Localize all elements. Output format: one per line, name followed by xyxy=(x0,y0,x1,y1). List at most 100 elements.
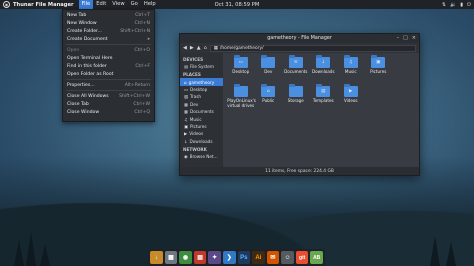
folder-icon: ▦ xyxy=(213,45,218,51)
file-item-pictures[interactable]: ▣ Pictures xyxy=(365,55,393,84)
chrome-icon[interactable]: ◉ xyxy=(179,251,192,264)
menu-item-new-tab[interactable]: New Tab Ctrl+T xyxy=(63,11,154,19)
file-menu-dropdown: New Tab Ctrl+T New Window Ctrl+N Create Fo… xyxy=(62,9,155,122)
file-item-templates[interactable]: ▤ Templates xyxy=(310,84,338,113)
menu-item-shortcut: Alt+Return xyxy=(124,82,150,88)
file-item-documents[interactable]: ≡ Documents xyxy=(282,55,310,84)
ab-icon[interactable]: AB xyxy=(310,251,323,264)
git-icon[interactable]: git xyxy=(295,251,309,264)
sidebar-item-file-system[interactable]: ▤ File System xyxy=(180,63,223,70)
tree-shape xyxy=(26,232,36,266)
power-icon[interactable]: ⏻ xyxy=(467,2,471,8)
location-bar[interactable]: ▦ /home/gametheory/ xyxy=(209,44,416,52)
photoshop-icon[interactable]: Ps xyxy=(237,251,251,264)
menu-item-find-in-folder[interactable]: Find in this folder Ctrl+F xyxy=(63,62,154,70)
music-icon: ♫ xyxy=(348,60,353,65)
menu-edit[interactable]: Edit xyxy=(93,0,109,9)
file-item-storage[interactable]: Storage xyxy=(282,84,310,113)
folder-icon: ⌂ xyxy=(261,84,276,97)
minimize-icon[interactable]: – xyxy=(397,35,400,41)
sidebar-item-gametheory[interactable]: ⌂ gametheory xyxy=(180,78,223,86)
menu-item-label: Close All Windows xyxy=(67,93,109,99)
menu-item-close-all-windows[interactable]: Close All Windows Shift+Ctrl+W xyxy=(63,92,154,100)
code-icon[interactable]: ❯ xyxy=(222,251,236,264)
illustrator-icon[interactable]: Ai xyxy=(252,251,265,264)
download-icon: ↓ xyxy=(321,60,326,65)
menu-item-properties[interactable]: Properties... Alt+Return xyxy=(63,81,154,89)
sidebar-item-label: Downloads xyxy=(189,138,213,144)
picture-icon: ▣ xyxy=(376,60,381,65)
file-item-music[interactable]: ♫ Music xyxy=(337,55,365,84)
sidebar-item-browse-network[interactable]: ◉ Browse Net... xyxy=(180,153,223,160)
trash-icon: ▧ xyxy=(184,94,188,100)
menu-item-shortcut: Ctrl+W xyxy=(133,101,150,107)
location-path: /home/gametheory/ xyxy=(219,45,264,51)
menu-file[interactable]: File xyxy=(78,0,94,9)
file-item-dev[interactable]: Dev xyxy=(255,55,283,84)
distro-logo-icon[interactable]: ◉ xyxy=(3,1,10,8)
installer-icon[interactable]: ↓ xyxy=(150,251,163,264)
sidebar: DEVICES ▤ File System PLACES ⌂ gametheory … xyxy=(180,53,223,167)
file-item-downloads[interactable]: ↓ Downloads xyxy=(310,55,338,84)
file-view[interactable]: ▭ Desktop Dev ≡ Documents ↓ Downloads ♫ Musi… xyxy=(223,53,419,167)
close-icon[interactable]: × xyxy=(412,35,416,41)
file-name: Storage xyxy=(287,98,304,103)
sidebar-item-downloads[interactable]: ↓ Downloads xyxy=(180,138,223,145)
menu-help[interactable]: Help xyxy=(141,0,159,9)
files-icon[interactable]: ▦ xyxy=(164,251,178,264)
file-item-desktop[interactable]: ▭ Desktop xyxy=(227,55,255,84)
sidebar-item-desktop[interactable]: ▭ Desktop xyxy=(180,86,223,93)
menu-item-label: Open xyxy=(67,47,80,53)
chat-icon[interactable]: ☺ xyxy=(281,251,294,264)
sidebar-item-label: Music xyxy=(189,116,202,122)
menu-go[interactable]: Go xyxy=(128,0,141,9)
sidebar-item-music[interactable]: ♫ Music xyxy=(180,115,223,122)
menu-item-label: Close Tab xyxy=(67,101,89,107)
top-panel: ◉ Thunar File Manager File Edit View Go … xyxy=(0,0,474,9)
sidebar-item-videos[interactable]: ▶ Videos xyxy=(180,130,223,137)
folder-icon: ▦ xyxy=(184,101,188,107)
pdf-icon[interactable]: ▤ xyxy=(193,251,207,264)
sidebar-item-trash[interactable]: ▧ Trash xyxy=(180,93,223,100)
git-gui-icon[interactable]: ✦ xyxy=(208,251,221,264)
window-controls: – □ × xyxy=(397,35,416,41)
menu-item-create-folder[interactable]: Create Folder... Shift+Ctrl+N xyxy=(63,27,154,35)
window-title: gametheory - File Manager xyxy=(267,36,332,41)
menu-item-label: Create Document xyxy=(67,36,108,42)
menu-item-open-as-root[interactable]: Open Folder as Root xyxy=(63,70,154,78)
menu-item-close-tab[interactable]: Close Tab Ctrl+W xyxy=(63,100,154,108)
file-item-public[interactable]: ⌂ Public xyxy=(255,84,283,113)
menu-item-label: Find in this folder xyxy=(67,63,107,69)
menu-view[interactable]: View xyxy=(109,0,127,9)
sidebar-item-label: Trash xyxy=(189,94,202,100)
video-icon: ▶ xyxy=(349,89,353,94)
menu-item-create-document[interactable]: Create Document ▸ xyxy=(63,35,154,43)
file-grid: ▭ Desktop Dev ≡ Documents ↓ Downloads ♫ Musi… xyxy=(227,55,420,113)
video-icon: ▶ xyxy=(184,131,188,137)
file-item-videos[interactable]: ▶ Videos xyxy=(337,84,365,113)
sidebar-item-documents[interactable]: ▦ Documents xyxy=(180,108,223,115)
menu-item-label: Properties... xyxy=(67,82,95,88)
home-icon[interactable]: ⌂ xyxy=(204,45,207,51)
tree-shape xyxy=(430,236,440,266)
volume-icon[interactable]: 🔉 xyxy=(450,2,456,8)
forward-icon[interactable]: ▶ xyxy=(190,45,194,51)
up-icon[interactable]: ▲ xyxy=(197,45,201,51)
battery-icon[interactable]: ▮ xyxy=(460,2,463,8)
sidebar-item-pictures[interactable]: ▣ Pictures xyxy=(180,123,223,130)
menu-item-close-window[interactable]: Close Window Ctrl+Q xyxy=(63,108,154,116)
sidebar-header-network: NETWORK xyxy=(183,146,207,152)
menu-item-open-terminal-here[interactable]: Open Terminal Here xyxy=(63,54,154,62)
maximize-icon[interactable]: □ xyxy=(403,35,408,41)
menu-item-new-window[interactable]: New Window Ctrl+N xyxy=(63,19,154,27)
mail-icon[interactable]: ✉ xyxy=(266,251,280,264)
home-icon: ⌂ xyxy=(184,79,187,85)
file-item-playonlinux[interactable]: PlayOnLinux's virtual drives xyxy=(227,84,256,113)
back-icon[interactable]: ◀ xyxy=(183,45,187,51)
menu-item-shortcut: Ctrl+N xyxy=(134,20,150,26)
file-name: Music xyxy=(344,69,357,74)
window-titlebar[interactable]: gametheory - File Manager – □ × xyxy=(180,34,419,43)
tree-shape xyxy=(14,240,24,266)
sidebar-item-dev[interactable]: ▦ Dev xyxy=(180,101,223,108)
network-icon[interactable]: ⇅ xyxy=(442,2,446,8)
